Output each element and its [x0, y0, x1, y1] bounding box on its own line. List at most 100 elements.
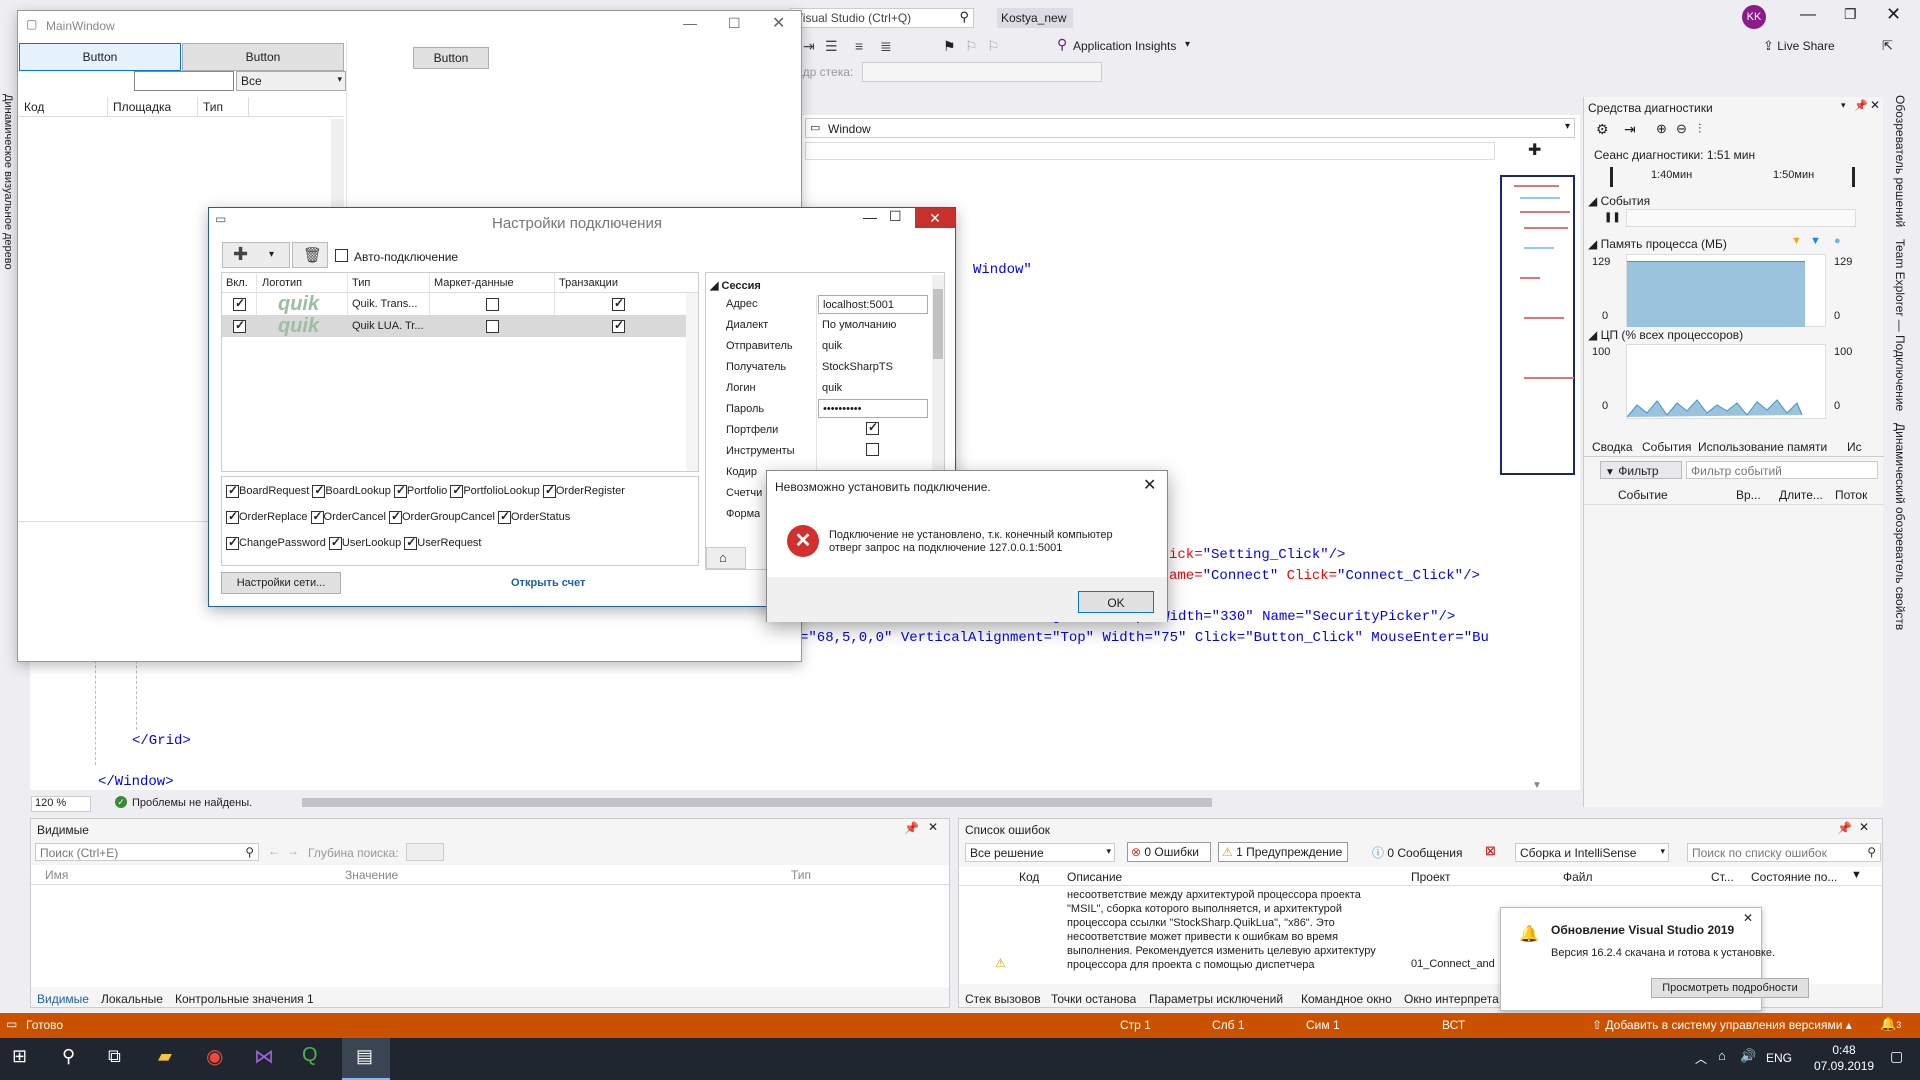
zoom-combo[interactable]: 120 % [31, 796, 91, 812]
row-enabled-checkbox[interactable] [233, 318, 246, 334]
editor-subcombo[interactable] [805, 142, 1495, 160]
timeline-ruler[interactable]: 1:40мин 1:50мин [1610, 167, 1855, 187]
action-center-icon[interactable]: ▢ [1890, 1048, 1903, 1065]
events-filter-input[interactable]: Фильтр событий [1686, 461, 1878, 479]
messages-filter-button[interactable]: ⓘ 0 Сообщения [1369, 842, 1475, 862]
avatar[interactable]: KK [1742, 5, 1766, 29]
warnings-filter-button[interactable]: ⚠ 1 Предупреждение [1218, 842, 1348, 862]
search-icon[interactable]: ⚲ [62, 1046, 75, 1067]
export-icon[interactable]: ⇥ [1624, 121, 1636, 138]
tab-summary[interactable]: Сводка [1592, 440, 1633, 454]
chevron-up-icon[interactable]: ︿ [1695, 1050, 1707, 1067]
horizontal-scrollbar[interactable] [302, 798, 1212, 807]
tab-locals[interactable]: Локальные [101, 992, 163, 1006]
msg-portfolio[interactable]: Portfolio [393, 485, 447, 498]
team-explorer-tab[interactable]: Team Explorer — Подключение [1893, 239, 1907, 411]
vs-search-box[interactable]: Visual Studio (Ctrl+Q) ⚲ [790, 8, 974, 28]
connection-row-1[interactable]: quik Quik. Trans... [222, 293, 686, 315]
tab-breakpoints[interactable]: Точки останова [1051, 992, 1136, 1006]
main-filter-combo[interactable]: Все ▾ [236, 71, 346, 91]
chevron-down-icon[interactable]: ▾ [1185, 39, 1190, 50]
pin-icon[interactable]: 📌 [904, 821, 919, 835]
toolbar-icon-2[interactable]: ☰ [825, 38, 838, 55]
row-market-checkbox[interactable] [486, 297, 499, 312]
col-duration[interactable]: Длите... [1779, 488, 1823, 502]
main-text-input[interactable] [134, 71, 234, 91]
volume-icon[interactable]: 🔊 [1740, 1048, 1756, 1064]
add-connection-button[interactable]: ✚ ▾ [222, 242, 290, 268]
stack-frame-combo[interactable] [862, 62, 1102, 82]
main-button-3[interactable]: Button [413, 47, 489, 69]
col-value[interactable]: Значение [345, 868, 398, 882]
tab-more[interactable]: Ис [1847, 440, 1862, 454]
scrollbar-map[interactable] [1500, 175, 1575, 475]
open-account-link[interactable]: Открыть счет [511, 577, 585, 589]
prop-sender[interactable]: quik [822, 340, 842, 352]
msg-board-lookup[interactable]: BoardLookup [312, 485, 391, 498]
bookmark-next-icon[interactable]: ⚐ [987, 38, 1000, 55]
col-logo[interactable]: Логотип [262, 277, 302, 289]
build-combo[interactable]: Сборка и IntelliSense ▾ [1515, 843, 1669, 862]
close-icon[interactable]: ✕ [1859, 820, 1869, 834]
col-enabled[interactable]: Вкл. [226, 277, 248, 289]
network-settings-button[interactable]: Настройки сети... [221, 572, 341, 594]
app-insights-label[interactable]: Application Insights [1073, 39, 1176, 53]
msg-portfolio-lookup[interactable]: PortfolioLookup [450, 485, 540, 498]
minimize-icon[interactable]: — [683, 15, 697, 31]
pin-icon[interactable]: 📌 [1837, 821, 1852, 835]
row-enabled-checkbox[interactable] [233, 296, 246, 312]
chrome-icon[interactable]: ◉ [206, 1044, 223, 1069]
maximize-icon[interactable]: ☐ [889, 208, 902, 225]
view-details-button[interactable]: Просмотреть подробности [1651, 978, 1809, 998]
auto-connect-checkbox[interactable] [335, 248, 348, 263]
msg-order-replace[interactable]: OrderReplace [226, 511, 307, 524]
active-app-button[interactable]: ▤ [342, 1038, 390, 1080]
msg-order-status[interactable]: OrderStatus [497, 511, 570, 524]
props-category[interactable]: ◢ Сессия [710, 279, 761, 292]
bookmark-prev-icon[interactable]: ⚐ [965, 38, 978, 55]
delete-connection-button[interactable]: 🗑 [292, 242, 328, 268]
language-indicator[interactable]: ENG [1766, 1051, 1792, 1065]
main-button-1[interactable]: Button [19, 43, 181, 71]
ok-button[interactable]: OK [1078, 591, 1154, 613]
quik-icon[interactable]: Q [302, 1044, 318, 1067]
pin-icon[interactable]: 📌 [1854, 99, 1868, 112]
toolbar-icon-3[interactable]: ≡ [855, 38, 863, 54]
main-button-2[interactable]: Button [182, 43, 344, 71]
prop-password[interactable]: •••••••••• [818, 399, 928, 418]
close-icon[interactable]: ✕ [1870, 98, 1880, 112]
msg-order-register[interactable]: OrderRegister [542, 485, 625, 498]
restore-icon[interactable]: ❐ [1844, 6, 1857, 23]
col-event[interactable]: Событие [1618, 488, 1668, 502]
zoom-in-icon[interactable]: ⊕ [1656, 121, 1667, 137]
feedback-icon[interactable]: ⇱ [1882, 38, 1893, 54]
row-trans-checkbox[interactable] [612, 296, 625, 312]
col-market-data[interactable]: Маркет-данные [434, 277, 514, 289]
close-icon[interactable]: ✕ [772, 13, 785, 33]
bookmark-icon[interactable]: ⚑ [943, 38, 956, 55]
arrow-right-icon[interactable]: → [287, 844, 299, 858]
file-explorer-icon[interactable]: ▰ [158, 1046, 172, 1067]
warning-description[interactable]: несоответствие между архитектурой процес… [1067, 888, 1376, 972]
clock[interactable]: 0:48 07.09.2019 [1814, 1042, 1874, 1074]
no-issues-label[interactable]: Проблемы не найдены. [132, 797, 252, 809]
live-visual-tree-tab[interactable]: Динамическое визуальное дерево [2, 94, 14, 270]
connection-row-2[interactable]: quik Quik LUA. Tr... [222, 315, 686, 337]
split-add-icon[interactable]: ✚ [1528, 140, 1541, 160]
task-view-icon[interactable]: ⧉ [108, 1046, 121, 1067]
gear-icon[interactable]: ⚙ [1596, 121, 1609, 138]
prop-dialect[interactable]: По умолчанию [822, 319, 896, 331]
minimize-icon[interactable]: — [1800, 6, 1816, 24]
prop-portfolios-checkbox[interactable] [866, 420, 879, 435]
col-name[interactable]: Имя [45, 868, 68, 882]
prop-address[interactable]: localhost:5001 [818, 295, 928, 314]
row-trans-checkbox[interactable] [612, 318, 625, 334]
msg-order-group-cancel[interactable]: OrderGroupCancel [388, 511, 495, 524]
tab-immediate-window[interactable]: Окно интерпрета [1404, 992, 1499, 1006]
tab-call-stack[interactable]: Стек вызовов [965, 992, 1041, 1006]
arrow-left-icon[interactable]: ← [268, 844, 280, 858]
prop-login[interactable]: quik [822, 382, 842, 394]
windows-start-icon[interactable]: ⊞ [12, 1046, 27, 1067]
visual-studio-icon[interactable]: ⋈ [254, 1044, 274, 1069]
col-type[interactable]: Тип [352, 277, 370, 289]
